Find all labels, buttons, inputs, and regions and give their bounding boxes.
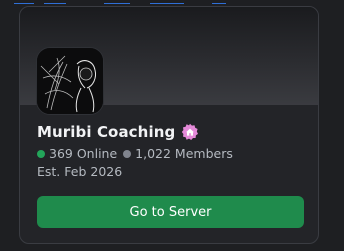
server-stats: 369 Online 1,022 Members [37, 146, 233, 161]
server-name-row: Muribi Coaching [37, 123, 199, 141]
member-count: 1,022 Members [135, 146, 233, 161]
members-status-dot [123, 149, 132, 158]
server-avatar-image [37, 48, 103, 114]
server-invite-card: Muribi Coaching 369 Online 1,022 Members… [19, 6, 319, 244]
online-status-dot [37, 149, 45, 158]
online-count: 369 Online [49, 146, 118, 161]
previous-message-link-fragment [0, 0, 344, 4]
server-name: Muribi Coaching [37, 123, 176, 141]
go-to-server-button[interactable]: Go to Server [37, 196, 304, 228]
established-date: Est. Feb 2026 [37, 164, 123, 179]
house-badge-icon [181, 123, 199, 141]
server-avatar[interactable] [36, 47, 104, 115]
